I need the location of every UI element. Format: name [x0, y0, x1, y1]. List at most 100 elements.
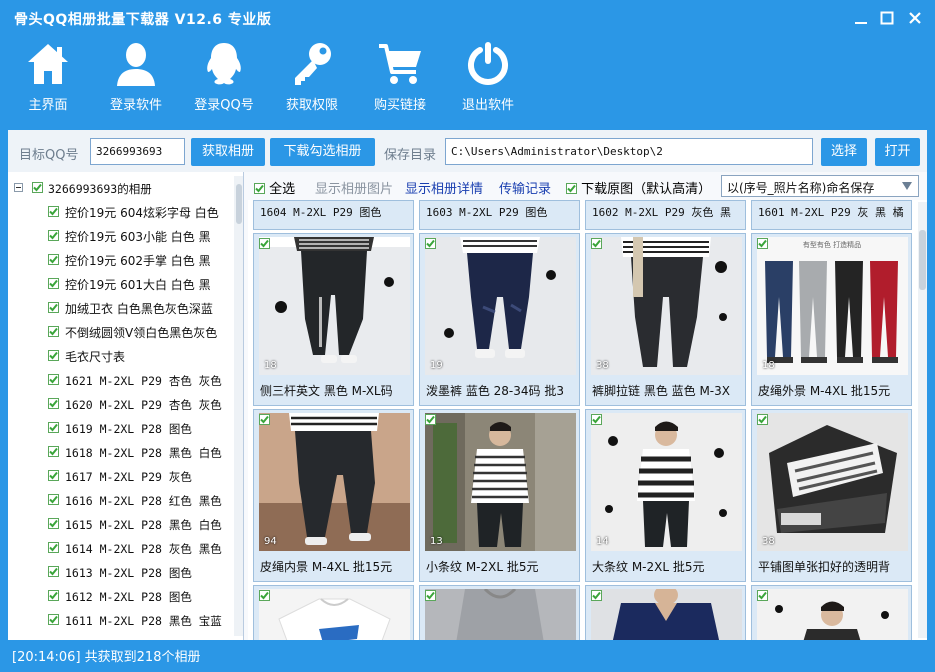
checkbox-checked-icon[interactable] [48, 590, 59, 601]
album-tree-item[interactable]: 控价19元 601大白 白色 黑 [8, 272, 236, 296]
checkbox-checked-icon[interactable] [48, 350, 59, 361]
checkbox-checked-icon[interactable] [591, 238, 602, 249]
checkbox-checked-icon[interactable] [48, 302, 59, 313]
album-tree-scrollbar[interactable] [234, 176, 243, 636]
checkbox-checked-icon[interactable] [48, 326, 59, 337]
checkbox-checked-icon[interactable] [48, 542, 59, 553]
album-thumbnail[interactable]: 13 [425, 413, 576, 551]
choose-dir-button[interactable]: 选择 [821, 138, 867, 166]
close-button[interactable] [904, 8, 926, 28]
album-tree[interactable]: 3266993693的相册 控价19元 604炫彩字母 白色 控价19元 603小能… [8, 172, 244, 640]
album-thumbnail[interactable]: 有型有色 打造精品 18 [757, 237, 908, 375]
toolbar-buy-link-button[interactable]: 购买链接 [354, 40, 446, 124]
album-card[interactable]: 有型有色 打造精品 18 皮绳外景 M-4XL 批15元 [751, 233, 912, 406]
transfer-log-link[interactable]: 传输记录 [499, 178, 551, 197]
album-card[interactable]: 13 小条纹 M-2XL 批5元 [419, 409, 580, 582]
checkbox-checked-icon[interactable] [32, 182, 43, 193]
album-tree-item[interactable]: 控价19元 602手掌 白色 黑 [8, 248, 236, 272]
download-original-checkbox[interactable]: 下载原图（默认高清） [566, 178, 711, 197]
checkbox-checked-icon[interactable] [259, 238, 270, 249]
checkbox-checked-icon[interactable] [48, 398, 59, 409]
album-tree-item[interactable]: 1612 M-2XL P28 图色 [8, 584, 236, 608]
collapse-icon[interactable] [14, 183, 23, 192]
album-grid-scrollbar-thumb[interactable] [919, 230, 926, 290]
album-thumbnail[interactable] [259, 589, 410, 640]
album-tree-scrollbar-thumb[interactable] [236, 184, 242, 224]
open-dir-button[interactable]: 打开 [875, 138, 920, 166]
album-thumbnail[interactable]: 19 [425, 237, 576, 375]
checkbox-checked-icon[interactable] [591, 590, 602, 601]
album-grid-scrollbar[interactable] [918, 202, 927, 638]
album-card[interactable] [751, 585, 912, 640]
album-tree-item[interactable]: 1615 M-2XL P28 黑色 白色 [8, 512, 236, 536]
toolbar-home-button[interactable]: 主界面 [2, 40, 94, 124]
album-tree-item[interactable]: 1613 M-2XL P28 图色 [8, 560, 236, 584]
checkbox-checked-icon[interactable] [425, 590, 436, 601]
checkbox-checked-icon[interactable] [48, 470, 59, 481]
checkbox-checked-icon[interactable] [48, 422, 59, 433]
album-thumbnail[interactable]: 38 [591, 237, 742, 375]
checkbox-checked-icon[interactable] [48, 494, 59, 505]
album-card[interactable]: 1602 M-2XL P29 灰色 黑 [585, 200, 746, 230]
checkbox-checked-icon[interactable] [48, 254, 59, 265]
checkbox-checked-icon[interactable] [48, 614, 59, 625]
checkbox-checked-icon[interactable] [757, 590, 768, 601]
album-card[interactable]: 94 皮绳内景 M-4XL 批15元 [253, 409, 414, 582]
album-card[interactable]: 38 裤脚拉链 黑色 蓝色 M-3X [585, 233, 746, 406]
checkbox-checked-icon[interactable] [757, 238, 768, 249]
checkbox-checked-icon[interactable] [48, 206, 59, 217]
album-card[interactable]: 18 侧三杆英文 黑色 M-XL码 [253, 233, 414, 406]
album-tree-item[interactable]: 1618 M-2XL P28 黑色 白色 [8, 440, 236, 464]
save-dir-input[interactable]: C:\Users\Administrator\Desktop\2 [445, 138, 813, 165]
checkbox-checked-icon[interactable] [48, 278, 59, 289]
toolbar-get-permission-button[interactable]: 获取权限 [266, 40, 358, 124]
album-thumbnail[interactable] [591, 589, 742, 640]
album-tree-item[interactable]: 1614 M-2XL P28 灰色 黑色 [8, 536, 236, 560]
album-card[interactable] [585, 585, 746, 640]
album-tree-item[interactable]: 1616 M-2XL P28 红色 黑色 [8, 488, 236, 512]
checkbox-checked-icon[interactable] [425, 238, 436, 249]
checkbox-checked-icon[interactable] [48, 518, 59, 529]
minimize-button[interactable] [850, 8, 872, 28]
album-thumbnail[interactable]: 38 [757, 413, 908, 551]
album-tree-root[interactable]: 3266993693的相册 [8, 176, 236, 200]
album-tree-item[interactable]: 1611 M-2XL P28 黑色 宝蓝 [8, 608, 236, 632]
show-album-details-link[interactable]: 显示相册详情 [405, 178, 483, 197]
album-card[interactable]: 38 平铺图单张扣好的透明背 [751, 409, 912, 582]
checkbox-checked-icon[interactable] [425, 414, 436, 425]
toolbar-login-software-button[interactable]: 登录软件 [90, 40, 182, 124]
album-thumbnail[interactable] [757, 589, 908, 640]
checkbox-checked-icon[interactable] [48, 566, 59, 577]
checkbox-checked-icon[interactable] [757, 414, 768, 425]
album-tree-item[interactable]: 控价19元 603小能 白色 黑 [8, 224, 236, 248]
album-tree-item[interactable]: 加绒卫衣 白色黑色灰色深蓝 [8, 296, 236, 320]
naming-mode-select[interactable]: 以(序号_照片名称)命名保存 [721, 175, 919, 197]
album-card[interactable]: 19 泼墨裤 蓝色 28-34码 批3 [419, 233, 580, 406]
album-card[interactable]: 1603 M-2XL P29 图色 [419, 200, 580, 230]
album-tree-item[interactable]: 1617 M-2XL P29 灰色 [8, 464, 236, 488]
target-qq-input[interactable]: 3266993693 [90, 138, 185, 165]
album-tree-item[interactable]: 不倒绒圆领V领白色黑色灰色 [8, 320, 236, 344]
checkbox-checked-icon[interactable] [259, 590, 270, 601]
checkbox-checked-icon[interactable] [591, 414, 602, 425]
toolbar-login-qq-button[interactable]: 登录QQ号 [178, 40, 270, 124]
checkbox-checked-icon[interactable] [259, 414, 270, 425]
fetch-albums-button[interactable]: 获取相册 [191, 138, 265, 166]
album-tree-item[interactable]: 1620 M-2XL P29 杏色 灰色 [8, 392, 236, 416]
checkbox-checked-icon[interactable] [48, 446, 59, 457]
album-tree-item[interactable]: 毛衣尺寸表 [8, 344, 236, 368]
album-thumbnail[interactable]: 14 [591, 413, 742, 551]
album-tree-item[interactable]: 控价19元 604炫彩字母 白色 [8, 200, 236, 224]
album-thumbnail[interactable]: 94 [259, 413, 410, 551]
album-thumbnail[interactable]: 18 [259, 237, 410, 375]
toolbar-exit-button[interactable]: 退出软件 [442, 40, 534, 124]
album-card[interactable] [253, 585, 414, 640]
album-thumbnail[interactable] [425, 589, 576, 640]
album-tree-item[interactable]: 1619 M-2XL P28 图色 [8, 416, 236, 440]
album-card[interactable]: 1604 M-2XL P29 图色 [253, 200, 414, 230]
maximize-button[interactable] [876, 8, 898, 28]
checkbox-checked-icon[interactable] [48, 374, 59, 385]
album-tree-item[interactable]: 1621 M-2XL P29 杏色 灰色 [8, 368, 236, 392]
select-all-checkbox[interactable]: 全选 [254, 178, 295, 197]
download-selected-albums-button[interactable]: 下载勾选相册 [270, 138, 375, 166]
